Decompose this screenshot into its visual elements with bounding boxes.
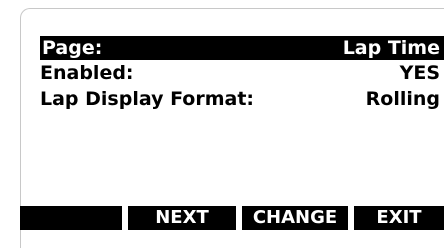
page-selector-row[interactable]: Page: Lap Time	[40, 36, 444, 60]
exit-button[interactable]: EXIT	[354, 206, 444, 230]
settings-panel: Page: Lap Time Enabled: YES Lap Display …	[40, 36, 444, 112]
next-button[interactable]: NEXT	[128, 206, 236, 230]
enabled-row[interactable]: Enabled: YES	[40, 60, 444, 86]
enabled-label: Enabled:	[40, 62, 134, 84]
enabled-value: YES	[399, 62, 440, 84]
lap-display-format-row[interactable]: Lap Display Format: Rolling	[40, 86, 444, 112]
page-label: Page:	[42, 37, 103, 59]
page-value: Lap Time	[342, 37, 440, 59]
lap-display-format-value: Rolling	[365, 88, 440, 110]
lap-display-format-label: Lap Display Format:	[40, 88, 255, 110]
softkey-bar: NEXT CHANGE EXIT	[20, 206, 444, 232]
change-button[interactable]: CHANGE	[242, 206, 348, 230]
softkey-1-button[interactable]	[20, 206, 122, 230]
